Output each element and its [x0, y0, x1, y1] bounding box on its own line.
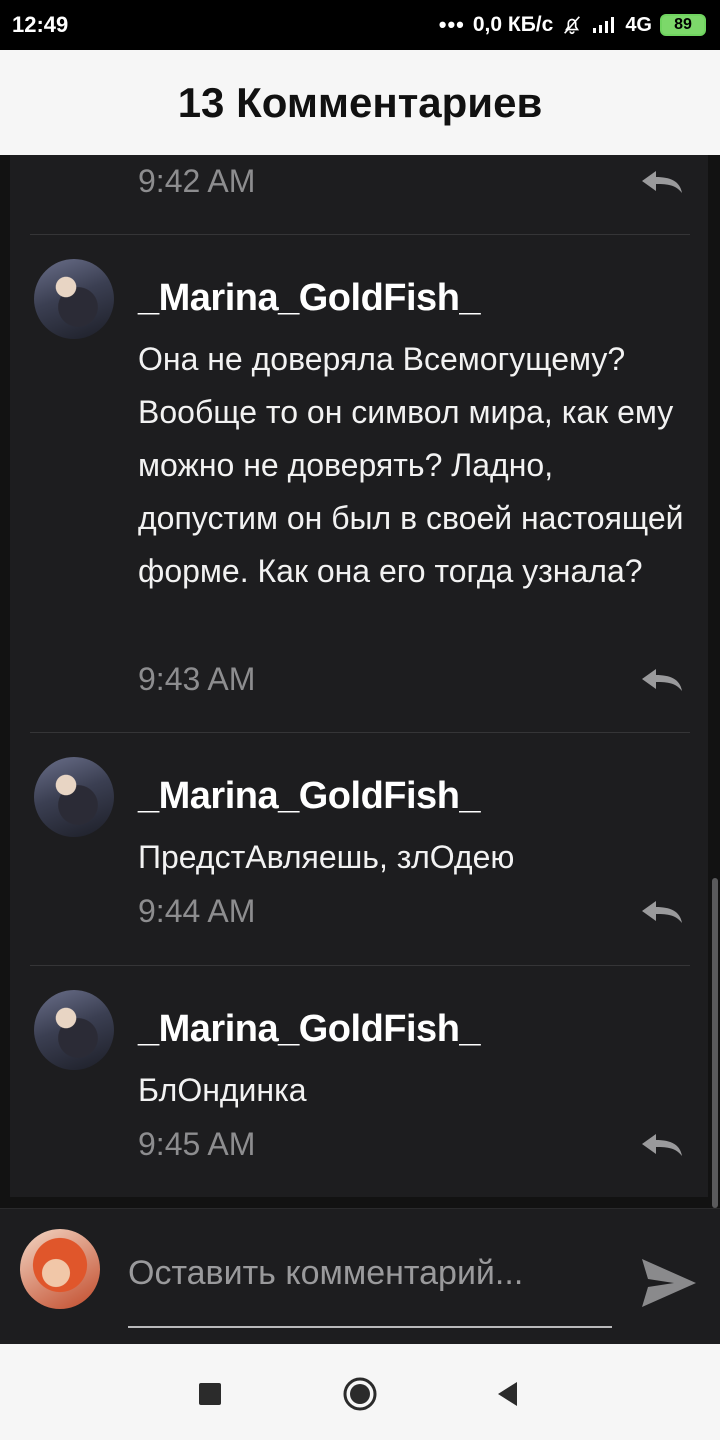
- reply-icon[interactable]: [640, 1132, 684, 1158]
- avatar[interactable]: [34, 990, 114, 1070]
- comment-time: 9:44 AM: [138, 893, 256, 929]
- comment-item: _Marina_GoldFish_ Она не доверяла Всемог…: [10, 235, 708, 732]
- avatar[interactable]: [34, 259, 114, 339]
- send-icon[interactable]: [640, 1257, 698, 1309]
- comment-text: ПредстАвляешь, злОдею: [138, 839, 515, 875]
- reply-icon[interactable]: [640, 169, 684, 195]
- comments-panel: 9:42 AM _Marina_GoldFish_ Она не доверял…: [10, 155, 708, 1197]
- user-avatar: [20, 1229, 100, 1309]
- reply-icon[interactable]: [640, 899, 684, 925]
- comment-author[interactable]: _Marina_GoldFish_: [138, 775, 481, 818]
- comment-input-bar: [0, 1208, 720, 1344]
- battery-level: 89: [674, 16, 692, 33]
- bell-muted-icon: [564, 16, 581, 35]
- status-time: 12:49: [12, 12, 69, 37]
- comment-time: 9:42 AM: [138, 163, 256, 199]
- square-icon[interactable]: [192, 1376, 228, 1412]
- system-nav-bar: [0, 1344, 720, 1440]
- input-underline: [128, 1326, 612, 1328]
- network-type: 4G: [625, 13, 652, 36]
- triangle-back-icon[interactable]: [490, 1376, 526, 1412]
- scrollbar[interactable]: [712, 878, 718, 1208]
- comment-item: 9:42 AM: [10, 155, 708, 235]
- network-speed: 0,0 КБ/с: [472, 13, 554, 36]
- comment-item: _Marina_GoldFish_ БлОндинка 9:45 AM: [10, 966, 708, 1197]
- comment-item: _Marina_GoldFish_ ПредстАвляешь, злОдею …: [10, 733, 708, 965]
- comment-time: 9:43 AM: [138, 661, 256, 697]
- comment-input[interactable]: [128, 1253, 612, 1293]
- reply-icon[interactable]: [640, 667, 684, 693]
- comments-list[interactable]: 9:42 AM _Marina_GoldFish_ Она не доверял…: [0, 155, 720, 1208]
- status-indicators: ••• 0,0 КБ/с 4G 89: [439, 12, 706, 38]
- page-title: 13 Комментариев: [177, 78, 543, 126]
- status-bar: 12:49 ••• 0,0 КБ/с 4G 89: [0, 0, 720, 50]
- comment-time: 9:45 AM: [138, 1126, 256, 1162]
- comment-author[interactable]: _Marina_GoldFish_: [138, 1008, 481, 1051]
- circle-icon[interactable]: [342, 1376, 378, 1412]
- avatar[interactable]: [34, 757, 114, 837]
- comments-header: 13 Комментариев: [0, 50, 720, 155]
- comment-text: БлОндинка: [138, 1072, 307, 1108]
- signal-icon: [593, 17, 615, 33]
- comment-text: Она не доверяла Всемогущему? Вообще то о…: [138, 341, 684, 589]
- comment-author[interactable]: _Marina_GoldFish_: [138, 277, 481, 320]
- more-notifications-icon: •••: [438, 12, 465, 37]
- app-screen: 12:49 ••• 0,0 КБ/с 4G 89 13 Комментариев: [0, 0, 720, 1440]
- battery-icon: 89: [660, 14, 706, 36]
